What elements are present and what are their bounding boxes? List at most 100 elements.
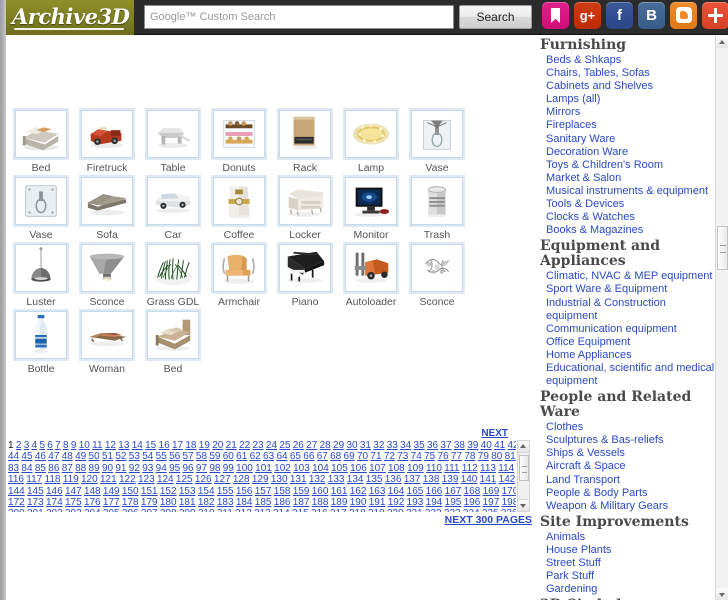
page-number-link[interactable]: 65 [290, 451, 301, 462]
page-number-link[interactable]: 95 [169, 463, 180, 474]
page-number-link[interactable]: 140 [461, 474, 478, 485]
pagination-scrollbar[interactable] [517, 440, 530, 512]
page-number-link[interactable]: 61 [236, 451, 247, 462]
page-number-link[interactable]: 29 [333, 440, 344, 451]
page-number-link[interactable]: 99 [223, 463, 234, 474]
model-label[interactable]: Autoloader [338, 296, 404, 308]
page-number-link[interactable]: 98 [209, 463, 220, 474]
page-number-link[interactable]: 184 [236, 497, 253, 508]
page-number-link[interactable]: 117 [26, 474, 42, 485]
window-scrollbar[interactable] [715, 36, 728, 600]
pagination-scroll-down-arrow[interactable] [518, 499, 529, 511]
page-number-link[interactable]: 198 [502, 497, 516, 508]
sidebar-link-clocks-watches[interactable]: Clocks & Watches [546, 211, 718, 224]
model-thumbnail-firetruck[interactable] [81, 110, 133, 158]
page-number-link[interactable]: 132 [309, 474, 326, 485]
page-number-link[interactable]: 105 [331, 463, 348, 474]
model-label[interactable]: Woman [74, 363, 140, 375]
page-number-link[interactable]: 25 [279, 440, 290, 451]
page-number-link[interactable]: 212 [235, 508, 252, 512]
sidebar-link-mirrors[interactable]: Mirrors [546, 106, 718, 119]
model-label[interactable]: Sconce [404, 296, 470, 308]
page-number-link[interactable]: 152 [160, 486, 177, 497]
model-thumbnail-armchair[interactable] [213, 244, 265, 292]
page-number-link[interactable]: 120 [81, 474, 98, 485]
page-number-link[interactable]: 205 [103, 508, 120, 512]
page-number-link[interactable]: 20 [212, 440, 223, 451]
page-number-link[interactable]: 222 [425, 508, 442, 512]
model-label[interactable]: Armchair [206, 296, 272, 308]
page-number-link[interactable]: 75 [424, 451, 435, 462]
page-number-link[interactable]: 141 [480, 474, 497, 485]
page-number-link[interactable]: 2 [16, 440, 22, 451]
page-number-link[interactable]: 68 [330, 451, 341, 462]
sidebar-link-park-stuff[interactable]: Park Stuff [546, 570, 718, 583]
page-number-link[interactable]: 83 [8, 463, 19, 474]
page-number-link[interactable]: 64 [276, 451, 287, 462]
page-number-link[interactable]: 129 [252, 474, 269, 485]
scroll-up-arrow[interactable] [716, 36, 728, 48]
page-number-link[interactable]: 176 [84, 497, 101, 508]
page-number-link[interactable]: 145 [27, 486, 44, 497]
page-number-link[interactable]: 179 [141, 497, 158, 508]
page-number-link[interactable]: 191 [369, 497, 386, 508]
page-number-link[interactable]: 214 [273, 508, 290, 512]
model-thumbnail-autoloader[interactable] [345, 244, 397, 292]
page-number-link[interactable]: 225 [482, 508, 499, 512]
page-number-link[interactable]: 221 [406, 508, 423, 512]
page-number-link[interactable]: 192 [388, 497, 405, 508]
model-thumbnail-grass[interactable] [147, 244, 199, 292]
page-number-link[interactable]: 182 [198, 497, 215, 508]
page-number-link[interactable]: 189 [331, 497, 348, 508]
page-number-link[interactable]: 28 [320, 440, 331, 451]
model-label[interactable]: Sofa [74, 229, 140, 241]
page-number-link[interactable]: 178 [122, 497, 139, 508]
model-label[interactable]: Vase [404, 162, 470, 174]
page-number-link[interactable]: 33 [387, 440, 398, 451]
page-number-link[interactable]: 79 [478, 451, 489, 462]
page-number-link[interactable]: 185 [255, 497, 272, 508]
page-number-link[interactable]: 226 [501, 508, 516, 512]
page-number-link[interactable]: 208 [160, 508, 177, 512]
page-number-link[interactable]: 181 [179, 497, 196, 508]
page-number-link[interactable]: 196 [464, 497, 481, 508]
page-number-link[interactable]: 186 [274, 497, 291, 508]
page-number-link[interactable]: 150 [122, 486, 139, 497]
sidebar-link-chairs-tables-sofas[interactable]: Chairs, Tables, Sofas [546, 67, 718, 80]
page-number-link[interactable]: 163 [369, 486, 386, 497]
sidebar-link-animals[interactable]: Animals [546, 531, 718, 544]
page-number-link[interactable]: 55 [156, 451, 167, 462]
page-number-link[interactable]: 19 [199, 440, 210, 451]
page-number-link[interactable]: 97 [196, 463, 207, 474]
model-label[interactable]: Rack [272, 162, 338, 174]
model-thumbnail-trash[interactable] [411, 177, 463, 225]
model-label[interactable]: Grass GDL [140, 296, 206, 308]
model-label[interactable]: Piano [272, 296, 338, 308]
page-number-link[interactable]: 7 [55, 440, 61, 451]
model-label[interactable]: Bed [8, 162, 74, 174]
page-number-link[interactable]: 48 [62, 451, 73, 462]
scroll-down-arrow[interactable] [716, 588, 728, 600]
page-number-link[interactable]: 26 [293, 440, 304, 451]
model-label[interactable]: Trash [404, 229, 470, 241]
page-number-link[interactable]: 37 [440, 440, 451, 451]
page-number-link[interactable]: 46 [35, 451, 46, 462]
page-number-link[interactable]: 94 [156, 463, 167, 474]
page-number-link[interactable]: 180 [160, 497, 177, 508]
page-number-link[interactable]: 4 [32, 440, 38, 451]
page-number-link[interactable]: 211 [217, 508, 233, 512]
sidebar-link-lamps-all[interactable]: Lamps (all) [546, 93, 718, 106]
page-number-link[interactable]: 215 [292, 508, 309, 512]
model-thumbnail-bed[interactable] [15, 110, 67, 158]
page-number-link[interactable]: 70 [357, 451, 368, 462]
page-number-link[interactable]: 207 [141, 508, 158, 512]
sidebar-link-gardening[interactable]: Gardening [546, 583, 718, 596]
page-number-link[interactable]: 110 [426, 463, 442, 474]
page-number-link[interactable]: 122 [119, 474, 136, 485]
model-thumbnail-coffee[interactable] [213, 177, 265, 225]
page-number-link[interactable]: 90 [102, 463, 113, 474]
sidebar-link-cabinets-and-shelves[interactable]: Cabinets and Shelves [546, 80, 718, 93]
model-label[interactable]: Donuts [206, 162, 272, 174]
next-page-link[interactable]: NEXT [481, 428, 508, 439]
page-number-link[interactable]: 34 [400, 440, 411, 451]
